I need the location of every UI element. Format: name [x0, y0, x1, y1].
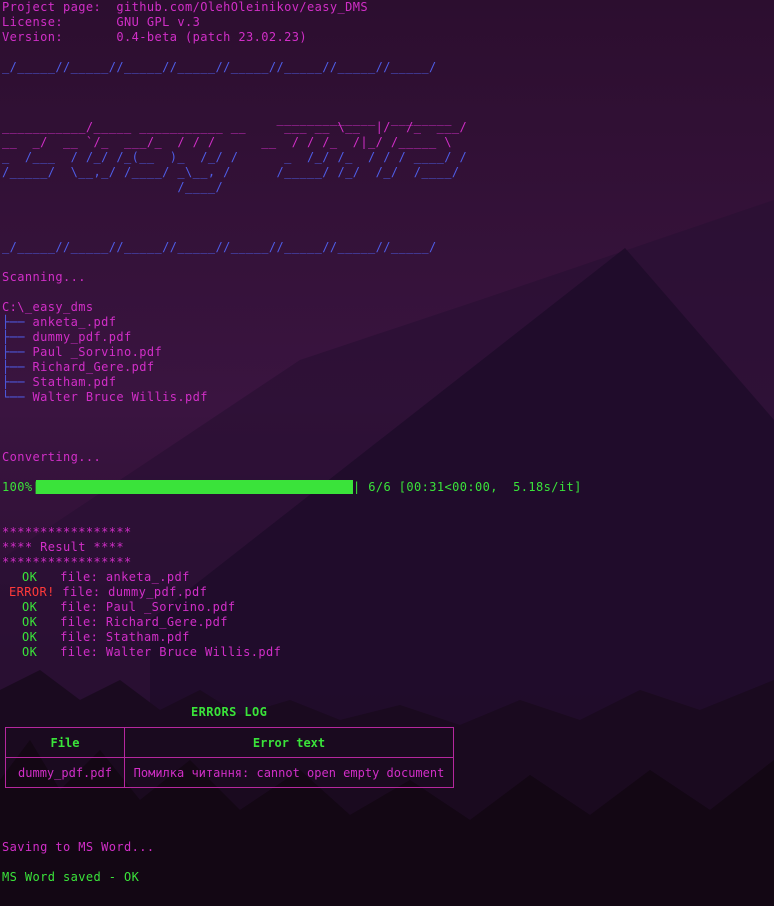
tree-item: └── Walter Bruce Willis.pdf: [2, 390, 208, 404]
ascii-logo-line-4: _ /___ / /_/ /_(__ )_ /_/ / _ /_/ /_ / /…: [2, 150, 468, 164]
progress-bar-fill: [36, 480, 353, 494]
result-stars-bottom: *****************: [2, 555, 132, 569]
errors-log-title: ERRORS LOG: [191, 705, 268, 719]
tree-item: ├── anketa_.pdf: [2, 315, 117, 329]
errors-log-error-cell: Помилка читання: cannot open empty docum…: [124, 757, 454, 788]
version-line: Version: 0.4-beta (patch 23.02.23): [2, 30, 307, 44]
result-row: OK file: anketa_.pdf: [22, 570, 190, 584]
progress-percent: 100%|: [2, 480, 41, 494]
result-stars-top: *****************: [2, 525, 132, 539]
tree-item: ├── Richard_Gere.pdf: [2, 360, 155, 374]
tree-item: ├── Paul _Sorvino.pdf: [2, 345, 163, 359]
tree-root: C:\_easy_dms: [2, 300, 94, 314]
errors-log-header-file: File: [5, 727, 125, 758]
progress-status: | 6/6 [00:31<00:00, 5.18s/it]: [353, 480, 582, 494]
scanning-text: Scanning...: [2, 270, 86, 284]
terminal-output: Project page: github.com/OlehOleinikov/e…: [0, 0, 774, 906]
tree-item: ├── Statham.pdf: [2, 375, 117, 389]
result-row: ERROR! file: dummy_pdf.pdf: [9, 585, 208, 599]
ascii-logo-line-2: ___________/_____ ___________ __ ___ __ …: [2, 120, 468, 134]
result-row: OK file: Richard_Gere.pdf: [22, 615, 228, 629]
divider-bottom: _/_____//_____//_____//_____//_____//___…: [2, 240, 437, 254]
result-row: OK file: Walter Bruce Willis.pdf: [22, 645, 282, 659]
ascii-logo-line-3: __ _/ __ `/_ ___/_ / / / __ / / /_ /|_/ …: [2, 135, 452, 149]
ascii-logo-line-6: /____/: [2, 180, 224, 194]
result-row: OK file: Paul _Sorvino.pdf: [22, 600, 236, 614]
saving-text: Saving to MS Word...: [2, 840, 155, 854]
table-row: dummy_pdf.pdf Помилка читання: cannot op…: [5, 757, 454, 788]
ascii-logo-line-5: /_____/ \__,_/ /____/ _\__, / /_____/ /_…: [2, 165, 460, 179]
tree-item: ├── dummy_pdf.pdf: [2, 330, 132, 344]
errors-log-table: File Error text dummy_pdf.pdf Помилка чи…: [5, 727, 454, 788]
errors-log-header-error: Error text: [124, 727, 454, 758]
converting-text: Converting...: [2, 450, 102, 464]
saved-text: MS Word saved - OK: [2, 870, 140, 884]
result-title: **** Result ****: [2, 540, 124, 554]
progress-bar: [36, 480, 353, 494]
divider-top: _/_____//_____//_____//_____//_____//___…: [2, 60, 437, 74]
errors-log-header-row: File Error text: [5, 727, 454, 758]
result-row: OK file: Statham.pdf: [22, 630, 190, 644]
errors-log-file-cell: dummy_pdf.pdf: [5, 757, 125, 788]
license-line: License: GNU GPL v.3: [2, 15, 201, 29]
project-page-line: Project page: github.com/OlehOleinikov/e…: [2, 0, 368, 14]
